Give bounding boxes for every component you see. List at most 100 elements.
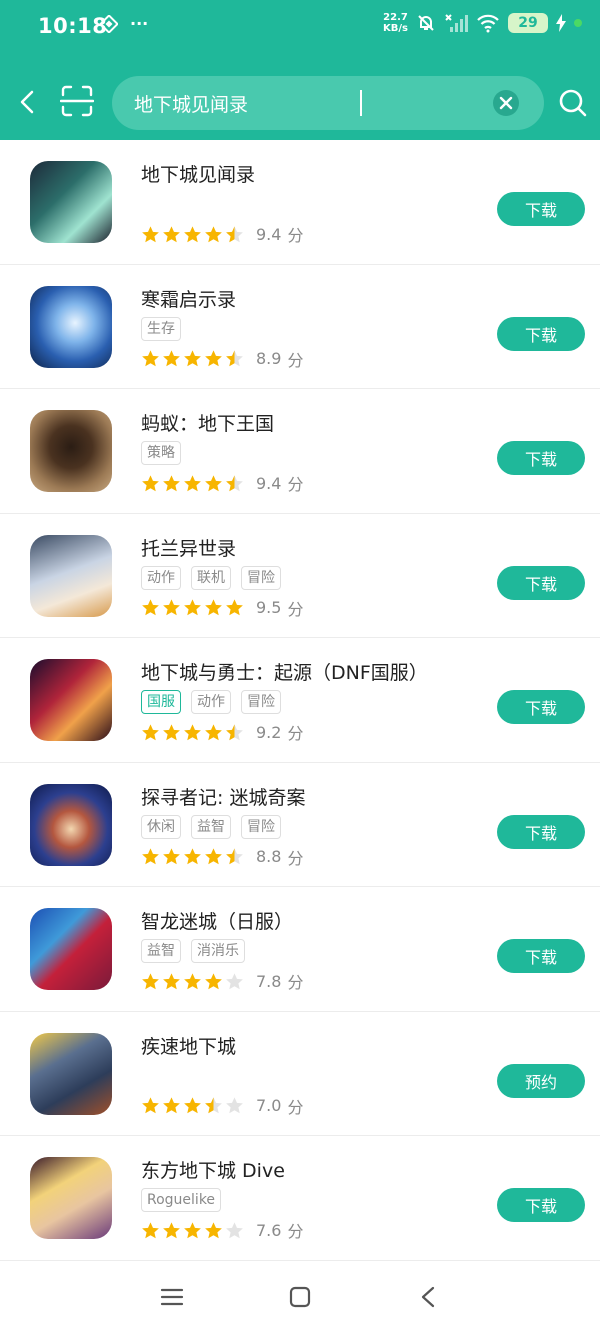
app-name[interactable]: 蚂蚁：地下王国 xyxy=(141,409,274,436)
star-filled-icon xyxy=(205,599,222,616)
star-filled-icon xyxy=(142,350,159,367)
app-tag: 策略 xyxy=(141,441,181,465)
star-filled-icon xyxy=(142,599,159,616)
download-button[interactable]: 下载 xyxy=(497,441,585,475)
app-name[interactable]: 东方地下城 Dive xyxy=(141,1156,285,1183)
app-name[interactable]: 探寻者记: 迷城奇案 xyxy=(141,783,305,810)
star-half-icon xyxy=(226,474,243,491)
rating-row: 9.2 分 xyxy=(141,720,303,744)
star-filled-icon xyxy=(184,474,201,491)
clear-search-button[interactable] xyxy=(493,90,519,116)
star-half-icon xyxy=(226,848,243,865)
status-time: 10:18 xyxy=(38,14,108,38)
app-list-item[interactable]: 蚂蚁：地下王国 策略 9.4 分 下载 xyxy=(0,389,600,514)
star-filled-icon xyxy=(205,848,222,865)
home-icon[interactable] xyxy=(288,1285,312,1309)
app-tag: 生存 xyxy=(141,316,181,341)
search-box[interactable] xyxy=(112,76,544,130)
app-name[interactable]: 智龙迷城（日服） xyxy=(141,907,293,934)
star-filled-icon xyxy=(205,474,222,491)
app-list-item[interactable]: 托兰异世录 动作 联机 冒险 9.5 分 下载 xyxy=(0,514,600,638)
star-rating xyxy=(141,225,244,244)
app-list-item[interactable]: 东方地下城 Dive Roguelike 7.6 分 下载 xyxy=(0,1136,600,1261)
star-filled-icon xyxy=(184,972,201,989)
app-icon[interactable] xyxy=(30,161,112,243)
app-icon[interactable] xyxy=(30,908,112,990)
star-filled-icon xyxy=(142,972,159,989)
app-tags: 动作 联机 冒险 xyxy=(141,565,281,590)
app-icon[interactable] xyxy=(30,534,112,617)
star-half-icon xyxy=(205,1097,222,1114)
download-button[interactable]: 下载 xyxy=(497,1188,585,1222)
reserve-button[interactable]: 预约 xyxy=(497,1063,585,1098)
app-list-item[interactable]: 探寻者记: 迷城奇案 休闲 益智 冒险 8.8 分 下载 xyxy=(0,763,600,887)
download-button[interactable]: 下载 xyxy=(497,814,585,849)
search-button[interactable] xyxy=(558,88,588,118)
rating-unit: 分 xyxy=(287,724,304,743)
back-button[interactable] xyxy=(14,86,42,118)
app-list-item[interactable]: 疾速地下城 7.0 分 预约 xyxy=(0,1012,600,1136)
app-tag: 国服 xyxy=(141,690,181,714)
app-name[interactable]: 地下城见闻录 xyxy=(141,160,255,187)
app-name[interactable]: 疾速地下城 xyxy=(141,1032,236,1059)
download-button[interactable]: 下载 xyxy=(497,690,585,724)
download-button[interactable]: 下载 xyxy=(497,192,585,226)
app-icon[interactable] xyxy=(30,1032,112,1115)
app-icon[interactable] xyxy=(30,1157,112,1239)
system-navigation-bar xyxy=(0,1260,600,1333)
scan-button[interactable] xyxy=(60,84,94,118)
star-filled-icon xyxy=(163,723,180,740)
star-half-icon xyxy=(226,350,243,367)
rating-unit: 分 xyxy=(287,599,304,619)
star-filled-icon xyxy=(163,350,180,367)
battery-indicator: 29 xyxy=(508,13,548,33)
search-input[interactable] xyxy=(134,76,494,130)
star-filled-icon xyxy=(163,972,180,989)
app-icon[interactable] xyxy=(30,783,112,866)
app-list-item[interactable]: 寒霜启示录 生存 8.9 分 下载 xyxy=(0,265,600,389)
star-rating xyxy=(141,1221,244,1240)
app-name[interactable]: 寒霜启示录 xyxy=(141,285,236,312)
star-filled-icon xyxy=(184,723,201,740)
app-list-item[interactable]: 地下城与勇士：起源（DNF国服） 国服 动作 冒险 9.2 分 下载 xyxy=(0,638,600,763)
privacy-indicator-dot xyxy=(574,19,582,27)
app-name[interactable]: 托兰异世录 xyxy=(141,534,236,561)
star-filled-icon xyxy=(163,474,180,491)
text-caret xyxy=(360,90,362,116)
star-half-icon xyxy=(226,723,243,740)
menu-icon[interactable] xyxy=(160,1285,184,1309)
app-tag: 益智 xyxy=(141,939,181,963)
app-icon[interactable] xyxy=(30,659,112,741)
app-list-item[interactable]: 地下城见闻录 9.4 分 下载 xyxy=(0,140,600,265)
app-icon[interactable] xyxy=(30,285,112,368)
app-tags: 休闲 益智 冒险 xyxy=(141,814,281,839)
rating-unit: 分 xyxy=(287,350,304,370)
download-button[interactable]: 下载 xyxy=(497,939,585,973)
app-tag: 冒险 xyxy=(241,565,281,590)
app-tag: 动作 xyxy=(191,690,231,714)
rating-score: 7.6 xyxy=(256,1220,282,1240)
app-tag: 冒险 xyxy=(241,690,281,714)
rating-unit: 分 xyxy=(287,973,304,992)
status-bar: 10:18 ··· 22.7 KB/s 29 xyxy=(0,0,600,56)
close-icon xyxy=(499,96,513,110)
rating-unit: 分 xyxy=(287,475,304,494)
rating-row: 7.6 分 xyxy=(141,1218,303,1242)
rating-score: 7.8 xyxy=(256,971,282,991)
star-rating xyxy=(141,598,244,617)
star-half-icon xyxy=(226,225,243,242)
rating-score: 7.0 xyxy=(256,1096,282,1115)
star-rating xyxy=(141,1096,244,1115)
app-tag: 动作 xyxy=(141,565,181,590)
back-nav-icon[interactable] xyxy=(418,1285,438,1309)
app-list-item[interactable]: 智龙迷城（日服） 益智 消消乐 7.8 分 下载 xyxy=(0,887,600,1012)
rating-score: 9.2 xyxy=(256,722,282,742)
download-button[interactable]: 下载 xyxy=(497,565,585,600)
app-name[interactable]: 地下城与勇士：起源（DNF国服） xyxy=(141,658,428,685)
search-result-list: 地下城见闻录 9.4 分下载 寒霜启示录 生存 8.9 分下载 蚂蚁：地下王国 策略 9.4… xyxy=(0,140,600,1261)
star-empty-icon xyxy=(226,972,243,989)
download-button[interactable]: 下载 xyxy=(497,316,585,351)
star-filled-icon xyxy=(205,1221,222,1238)
app-icon[interactable] xyxy=(30,410,112,492)
star-rating xyxy=(141,349,244,368)
